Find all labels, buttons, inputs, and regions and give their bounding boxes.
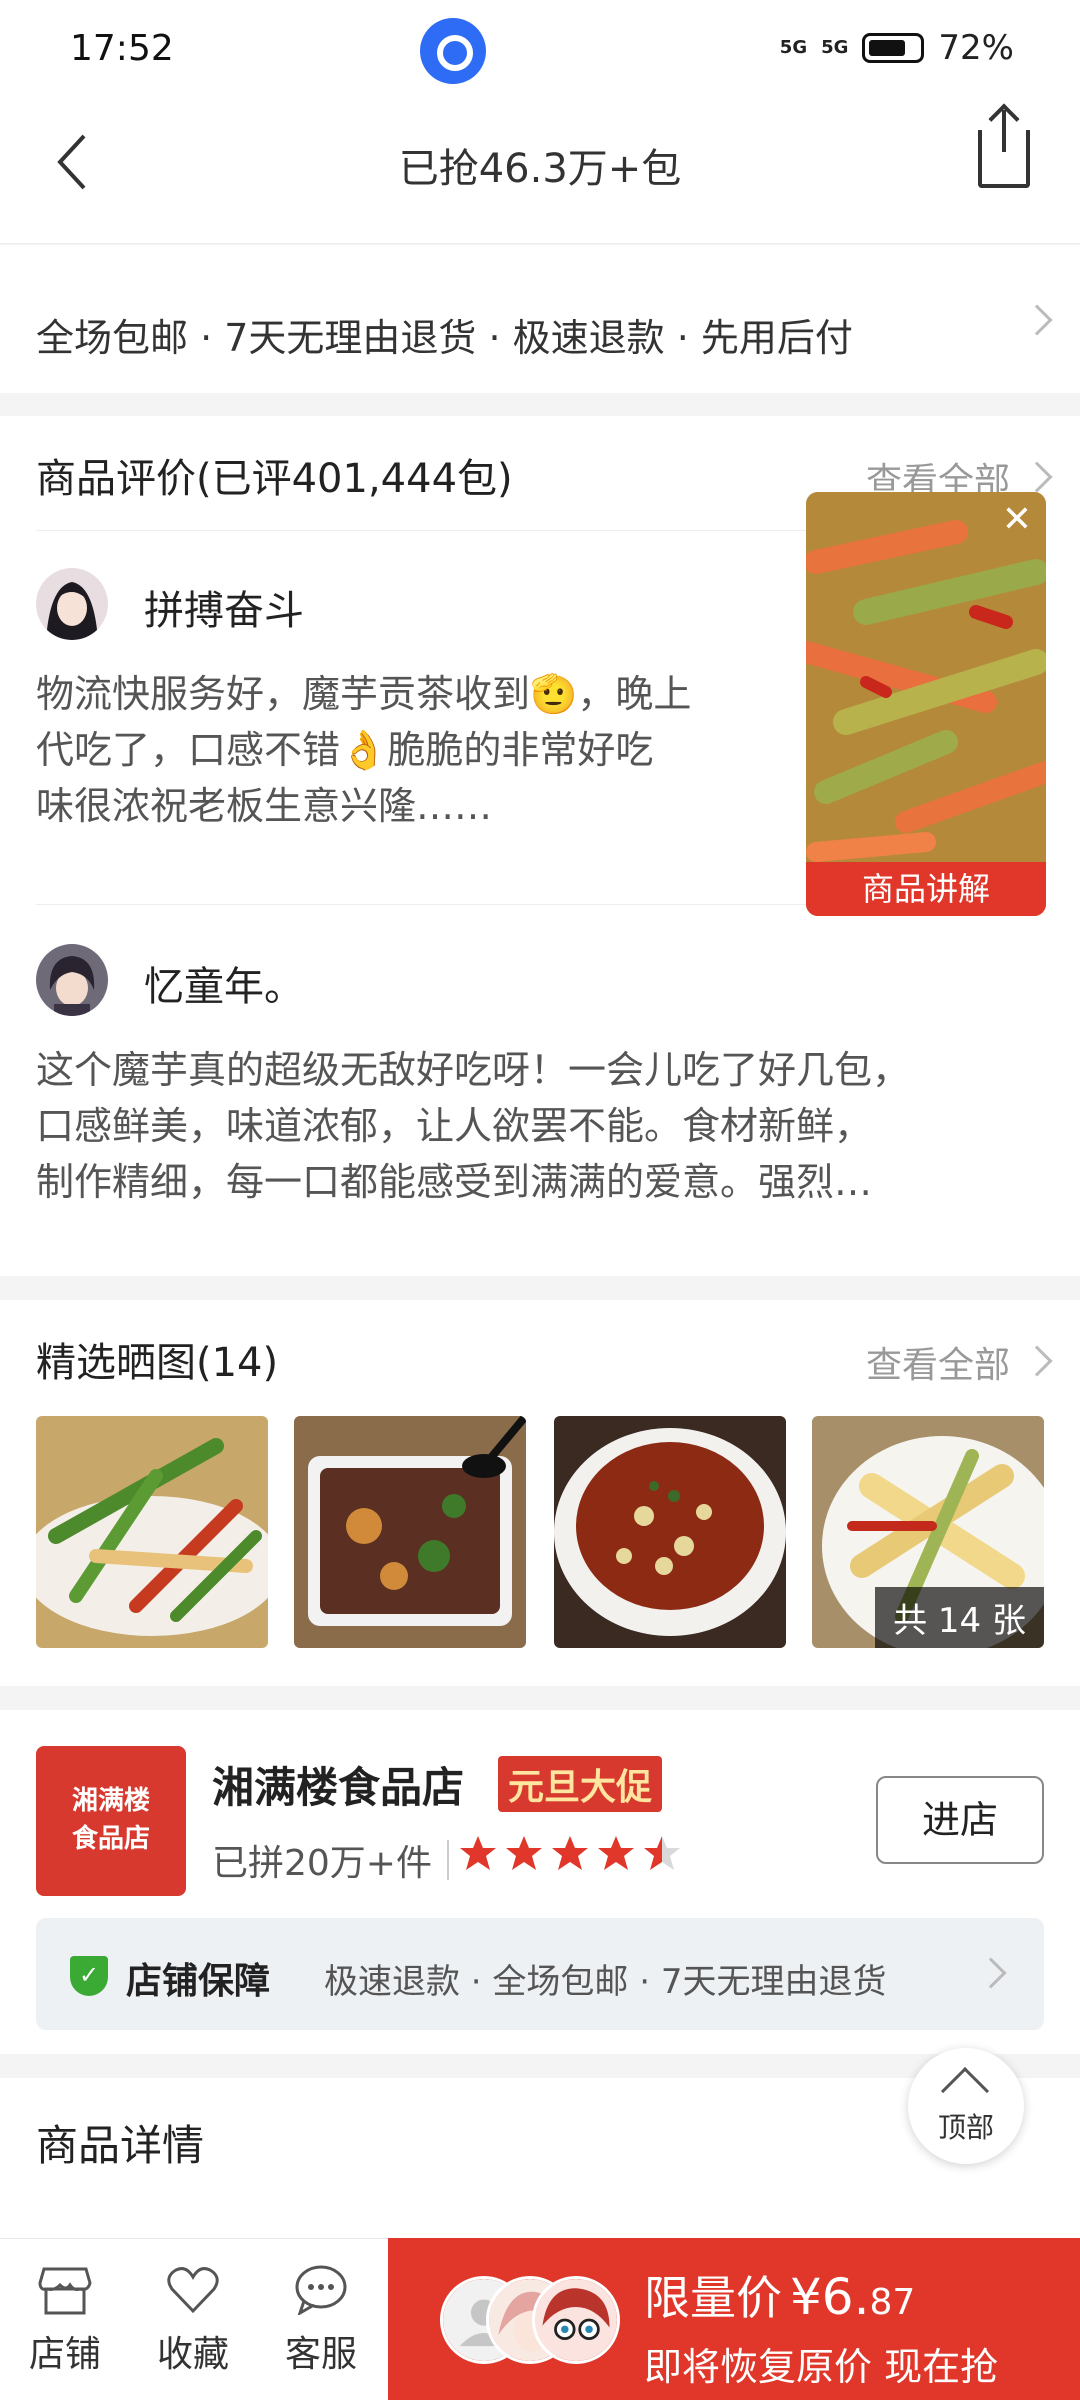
buy-now-button[interactable]: 限量价 ¥6.87 即将恢复原价 现在抢 <box>388 2238 1080 2400</box>
chat-bubble-icon <box>295 2265 347 2315</box>
close-icon[interactable]: ✕ <box>1002 502 1032 538</box>
buy-price-line: 限量价 ¥6.87 <box>644 2262 915 2328</box>
review-text[interactable]: 这个魔芋真的超级无敌好吃呀！一会儿吃了好几包， 口感鲜美，味道浓郁，让人欲罢不能… <box>36 1042 1044 1210</box>
reviews-title: 商品评价(已评401,444包) <box>36 456 513 502</box>
product-video-popup[interactable]: ✕ 商品讲解 <box>806 492 1046 916</box>
reviewer-avatar[interactable] <box>36 944 108 1016</box>
service-guarantee-row[interactable]: 全场包邮 · 7天无理由退货 · 极速退款 · 先用后付 <box>0 245 1080 393</box>
reviewer-name: 忆童年。 <box>144 964 304 1010</box>
price-value: ¥6. <box>790 2268 870 2326</box>
limited-price-label: 限量价 <box>644 2271 782 2325</box>
buyer-avatar <box>532 2276 620 2364</box>
nav-bar: 已抢46.3万+包 <box>0 100 1080 224</box>
shop-name[interactable]: 湘满楼食品店 <box>212 1754 464 1815</box>
shop-rating-stars <box>460 1836 680 1870</box>
chevron-right-icon <box>1021 1345 1053 1377</box>
buyer-avatars <box>440 2276 620 2366</box>
featured-photos-section: 精选晒图(14) 查看全部 共 14 张 <box>0 1300 1080 1686</box>
review-photo[interactable] <box>554 1416 786 1648</box>
status-time: 17:52 <box>70 28 174 69</box>
product-details-title: 商品详情 <box>36 2121 205 2170</box>
heart-icon <box>167 2267 219 2314</box>
review-text-line: 口感鲜美，味道浓郁，让人欲罢不能。食材新鲜， <box>36 1104 873 1148</box>
guarantee-text: 全场包邮 · 7天无理由退货 · 极速退款 · 先用后付 <box>36 316 853 360</box>
favorite-button[interactable]: 收藏 <box>138 2265 248 2377</box>
app-status-icon <box>420 18 486 84</box>
battery-icon <box>862 33 925 63</box>
review-photo[interactable]: 共 14 张 <box>812 1416 1044 1648</box>
status-indicators: 5G 5G 72% <box>780 28 1014 68</box>
shop-promo-badge: 元旦大促 <box>498 1756 663 1812</box>
enter-shop-button[interactable]: 进店 <box>876 1776 1044 1864</box>
shop-section: 湘满楼 食品店 湘满楼食品店 元旦大促 已拼20万+件 进店 ✓ 店铺保障 极速退… <box>0 1710 1080 2054</box>
product-video-thumbnail <box>806 492 1046 916</box>
shop-guarantee-title: 店铺保障 <box>126 1961 271 2002</box>
store-icon <box>38 2267 92 2315</box>
share-icon[interactable] <box>978 110 1030 188</box>
review-text-line: 这个魔芋真的超级无敌好吃呀！一会儿吃了好几包， <box>36 1048 911 1092</box>
photos-title: 精选晒图(14) <box>36 1340 279 1386</box>
customer-service-label: 客服 <box>284 2334 357 2375</box>
reviewer-avatar[interactable] <box>36 568 108 640</box>
product-video-label: 商品讲解 <box>806 862 1046 916</box>
signal-5g-icon: 5G <box>779 37 808 58</box>
shop-guarantee-items: 极速退款 · 全场包邮 · 7天无理由退货 <box>324 1962 887 2002</box>
reviewer-name: 拼搏奋斗 <box>144 588 304 634</box>
status-bar: 17:52 5G 5G 72% <box>0 0 1080 100</box>
price-decimal: 87 <box>869 2282 916 2323</box>
photo-count-badge: 共 14 张 <box>875 1587 1044 1648</box>
chevron-right-icon <box>975 1957 1007 1989</box>
signal-5g-icon: 5G <box>821 37 849 58</box>
page-title: 已抢46.3万+包 <box>398 146 682 192</box>
review-photo[interactable] <box>36 1416 268 1648</box>
shield-check-icon: ✓ <box>70 1956 108 1996</box>
shop-logo[interactable]: 湘满楼 食品店 <box>36 1746 186 1896</box>
battery-percent: 72% <box>938 28 1014 68</box>
shop-sales: 已拼20万+件 <box>212 1843 432 1884</box>
store-button[interactable]: 店铺 <box>10 2265 120 2377</box>
store-label: 店铺 <box>28 2334 101 2375</box>
chevron-right-icon <box>1021 461 1053 493</box>
favorite-label: 收藏 <box>156 2334 229 2375</box>
shop-guarantee-bar[interactable]: ✓ 店铺保障 极速退款 · 全场包邮 · 7天无理由退货 <box>36 1918 1044 2030</box>
chevron-right-icon <box>1021 304 1053 336</box>
shipping-info-row <box>0 224 1080 244</box>
back-to-top-button[interactable]: 顶部 <box>908 2048 1024 2164</box>
photos-view-all-link[interactable]: 查看全部 <box>866 1336 1010 1388</box>
review-photo[interactable] <box>294 1416 526 1648</box>
buy-subtitle: 即将恢复原价 现在抢 <box>644 2345 999 2389</box>
review-text-line: 制作精细，每一口都能感受到满满的爱意。强烈… <box>36 1160 873 1204</box>
divider <box>447 1840 449 1880</box>
back-to-top-label: 顶部 <box>937 2111 994 2144</box>
customer-service-button[interactable]: 客服 <box>266 2265 376 2377</box>
